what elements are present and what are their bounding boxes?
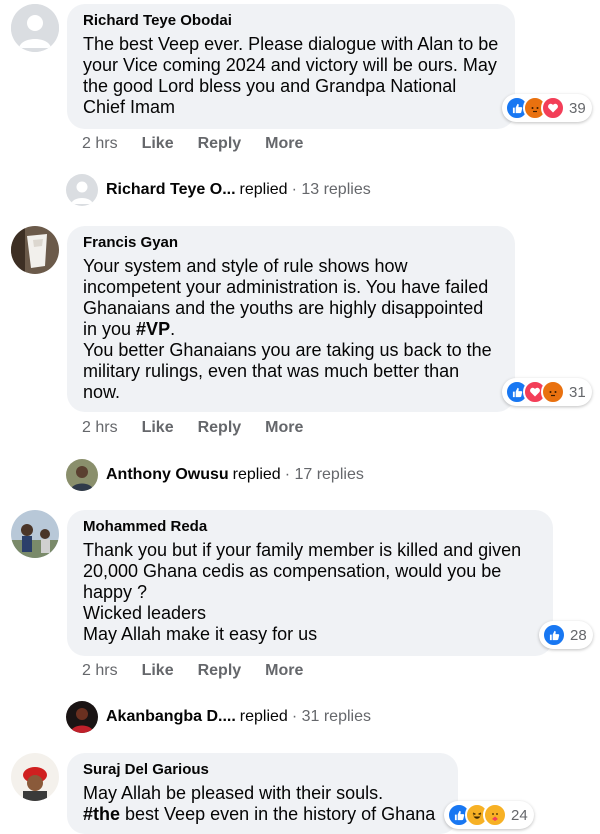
commenter-avatar[interactable] (11, 510, 59, 558)
comment-author[interactable]: Suraj Del Garious (83, 761, 442, 779)
comment-text-part: best Veep even in the history of Ghana (120, 804, 436, 824)
commenter-avatar[interactable] (11, 753, 59, 801)
reaction-summary[interactable]: 31 (502, 378, 592, 406)
reply-button[interactable]: Reply (198, 662, 242, 680)
more-button[interactable]: More (265, 135, 303, 153)
comment-actions: 2 hrs Like Reply More (82, 662, 303, 680)
comment-text: Thank you but if your family member is k… (83, 540, 522, 644)
profile-photo-icon (66, 459, 98, 491)
reaction-count: 28 (570, 626, 587, 644)
comment-bubble: Richard Teye Obodai The best Veep ever. … (67, 4, 515, 129)
love-icon (541, 96, 565, 120)
profile-photo-icon (11, 753, 59, 801)
comment-text-line: May Allah be pleased with their souls. (83, 783, 384, 803)
reaction-count: 39 (569, 99, 586, 117)
comment-author[interactable]: Mohammed Reda (83, 518, 537, 536)
like-button[interactable]: Like (142, 662, 174, 680)
reply-avatar (66, 459, 98, 491)
default-avatar-icon (66, 174, 98, 206)
reply-avatar (66, 174, 98, 206)
reaction-summary[interactable]: 39 (502, 94, 592, 122)
like-icon (542, 623, 566, 647)
reply-count: · 13 replies (291, 181, 371, 198)
view-replies-link[interactable]: Richard Teye O... replied · 13 replies (66, 174, 371, 206)
reply-count: · 17 replies (284, 466, 364, 483)
comment-author[interactable]: Francis Gyan (83, 234, 499, 252)
reply-verb: replied (239, 708, 288, 725)
hashtag-link[interactable]: #VP (136, 319, 170, 339)
hashtag-link[interactable]: #the (83, 804, 120, 824)
reply-author: Richard Teye O... (106, 181, 236, 198)
comment-actions: 2 hrs Like Reply More (82, 135, 303, 153)
comment-timestamp[interactable]: 2 hrs (82, 662, 118, 680)
angry-icon (541, 380, 565, 404)
more-button[interactable]: More (265, 419, 303, 437)
comment-actions: 2 hrs Like Reply More (82, 419, 303, 437)
more-button[interactable]: More (265, 662, 303, 680)
comment-bubble: Mohammed Reda Thank you but if your fami… (67, 510, 553, 656)
like-button[interactable]: Like (142, 419, 174, 437)
reply-button[interactable]: Reply (198, 135, 242, 153)
reaction-summary[interactable]: 24 (444, 801, 534, 829)
comment-author[interactable]: Richard Teye Obodai (83, 12, 499, 30)
profile-photo-icon (11, 510, 59, 558)
view-replies-link[interactable]: Anthony Owusu replied · 17 replies (66, 459, 364, 491)
commenter-avatar[interactable] (11, 226, 59, 274)
reaction-count: 24 (511, 806, 528, 824)
comment-text: Your system and style of rule shows how … (83, 256, 499, 403)
reaction-count: 31 (569, 383, 586, 401)
reply-author: Akanbangba D.... (106, 708, 236, 725)
reply-verb: replied (232, 466, 281, 483)
care-icon (483, 803, 507, 827)
reply-author: Anthony Owusu (106, 466, 229, 483)
reply-button[interactable]: Reply (198, 419, 242, 437)
default-avatar-icon (11, 4, 59, 52)
view-replies-link[interactable]: Akanbangba D.... replied · 31 replies (66, 701, 371, 733)
reply-count: · 31 replies (291, 708, 371, 725)
like-button[interactable]: Like (142, 135, 174, 153)
comment-timestamp[interactable]: 2 hrs (82, 135, 118, 153)
profile-photo-icon (11, 226, 59, 274)
commenter-avatar[interactable] (11, 4, 59, 52)
comment-text: The best Veep ever. Please dialogue with… (83, 34, 504, 117)
reaction-summary[interactable]: 28 (539, 621, 593, 649)
comment-text-line: #the best Veep even in the history of Gh… (83, 804, 435, 825)
profile-photo-icon (66, 701, 98, 733)
reply-avatar (66, 701, 98, 733)
comment-timestamp[interactable]: 2 hrs (82, 419, 118, 437)
comment-bubble: Francis Gyan Your system and style of ru… (67, 226, 515, 412)
reply-verb: replied (239, 181, 288, 198)
